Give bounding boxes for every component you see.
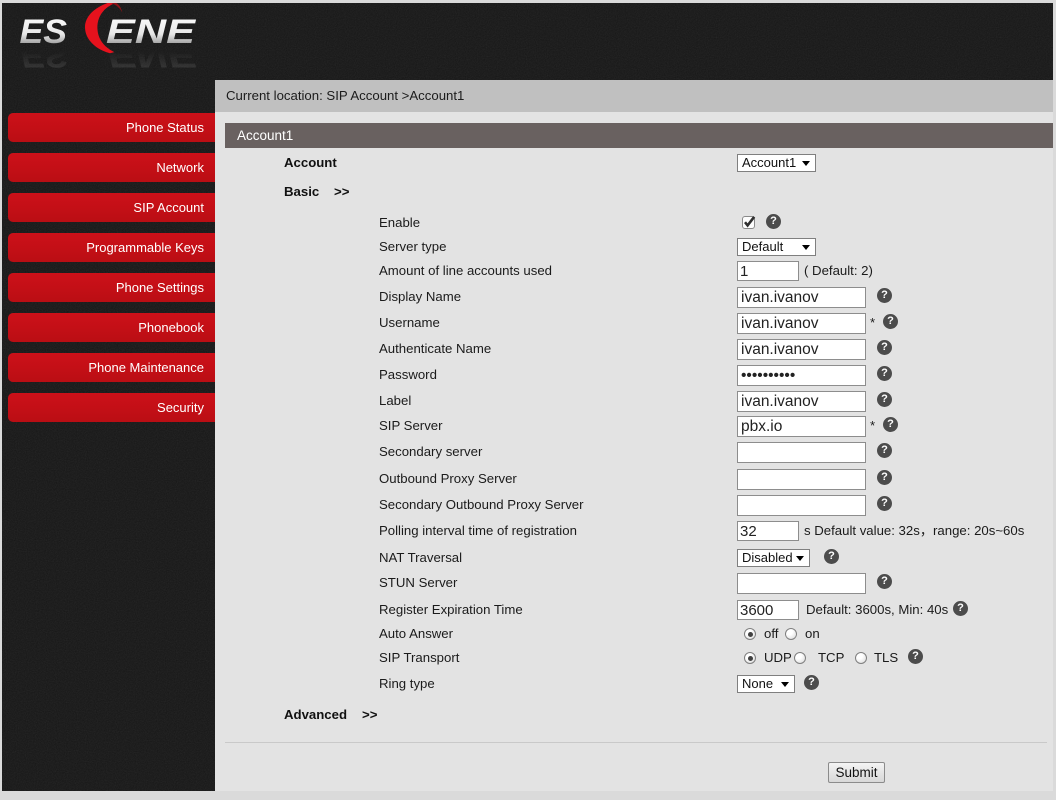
svg-text:ENE: ENE — [106, 36, 197, 74]
svg-text:ES: ES — [20, 36, 68, 74]
